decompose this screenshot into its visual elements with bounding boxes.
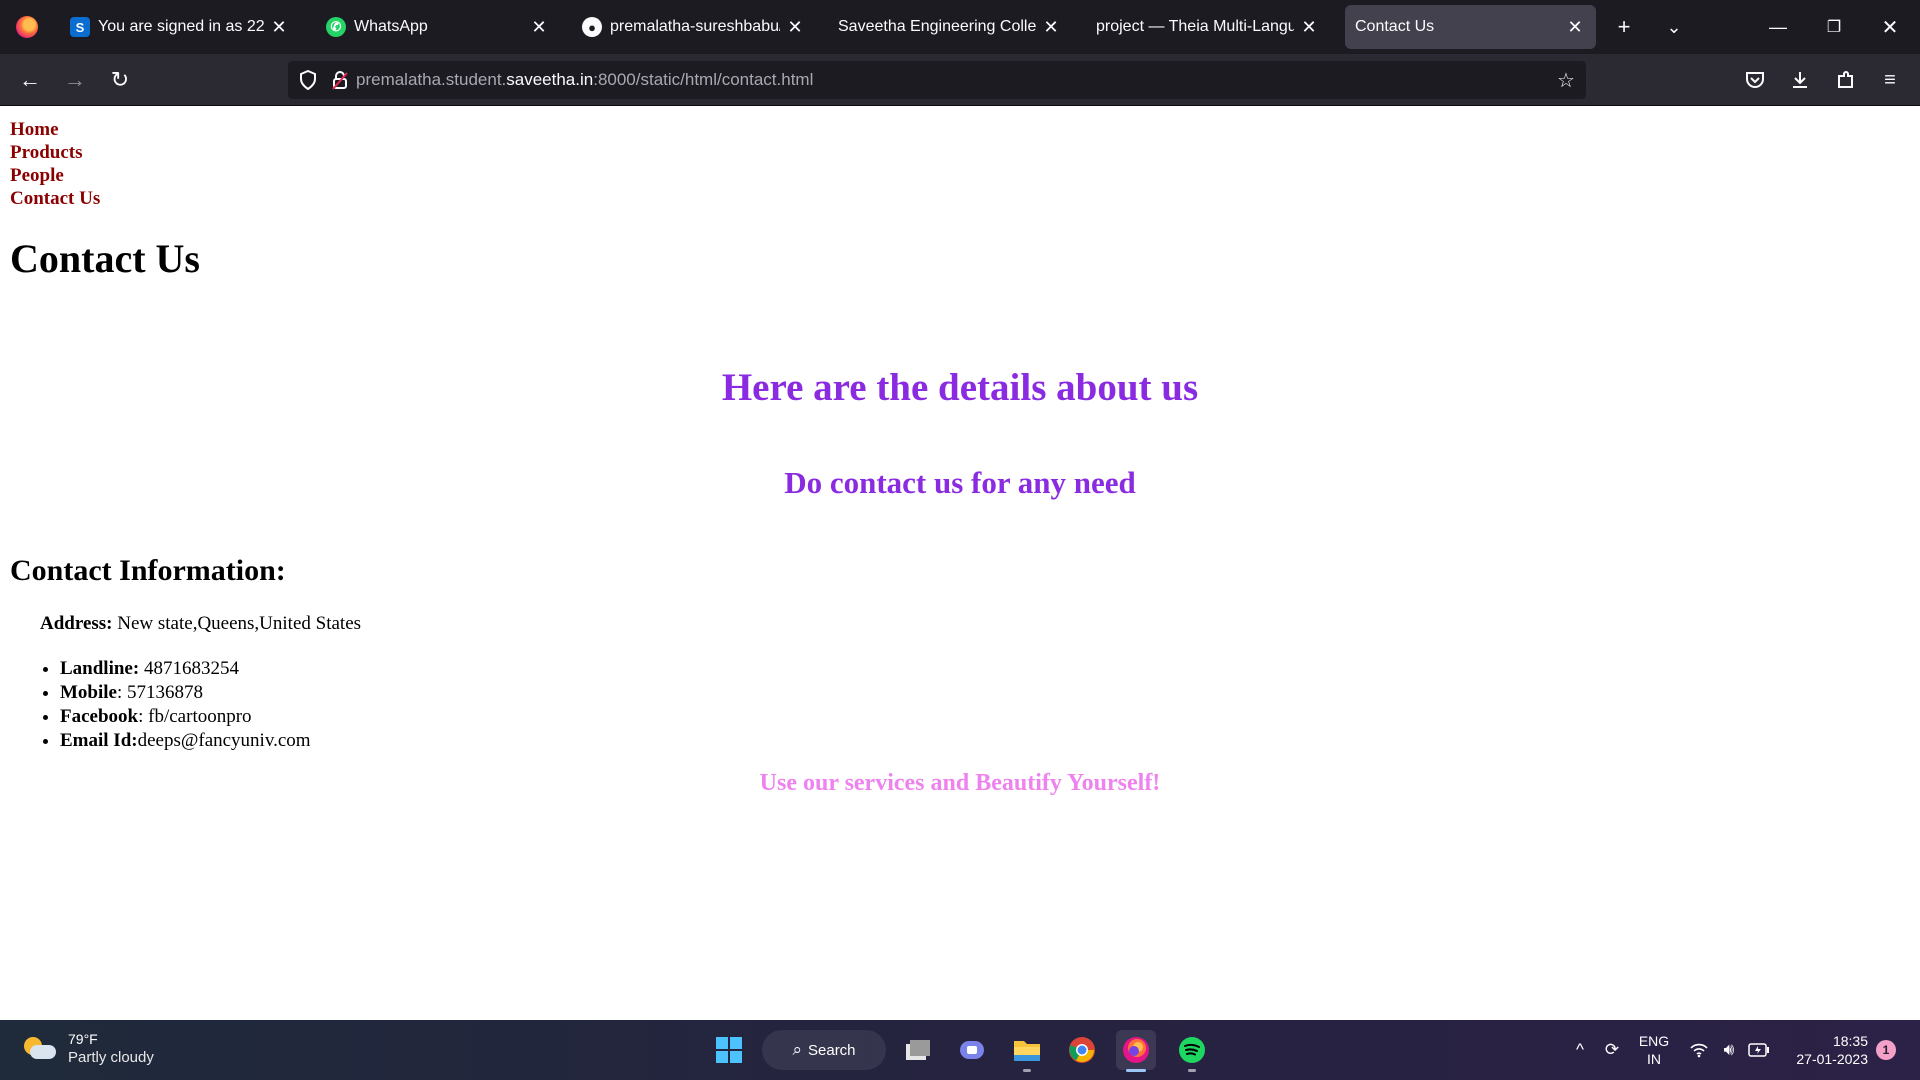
close-window-icon[interactable]: ✕	[1868, 5, 1912, 49]
tracking-shield-icon[interactable]	[288, 61, 328, 99]
nav-link-people[interactable]: People	[10, 164, 100, 187]
site-navigation: Home Products People Contact Us	[10, 118, 100, 210]
pocket-icon[interactable]	[1735, 60, 1775, 100]
close-tab-icon[interactable]: ✕	[268, 17, 290, 38]
navigation-toolbar: ← → ↻ premalatha.student.saveetha.in:800…	[0, 54, 1920, 106]
weather-widget[interactable]: 79°F Partly cloudy	[22, 1030, 154, 1068]
tab-title: WhatsApp	[354, 18, 428, 35]
weather-description: Partly cloudy	[68, 1049, 154, 1066]
url-text[interactable]: premalatha.student.saveetha.in:8000/stat…	[356, 70, 813, 90]
contact-item-mobile: Mobile: 57136878	[60, 681, 311, 705]
hamburger-menu-icon[interactable]: ≡	[1870, 60, 1910, 100]
close-tab-icon[interactable]: ✕	[528, 17, 550, 38]
windows-start-icon[interactable]	[709, 1030, 749, 1070]
extensions-puzzle-icon[interactable]	[1826, 60, 1866, 100]
s-favicon-icon: S	[70, 17, 90, 37]
forward-arrow-icon[interactable]: →	[55, 60, 95, 100]
clock-time: 18:35	[1832, 1033, 1868, 1049]
contact-item-landline: Landline: 4871683254	[60, 657, 311, 681]
close-tab-icon[interactable]: ✕	[784, 17, 806, 38]
tab-whatsapp[interactable]: ✆ WhatsApp ✕	[316, 5, 560, 49]
new-tab-button[interactable]: +	[1602, 5, 1646, 49]
teams-chat-icon[interactable]	[952, 1030, 992, 1070]
tab-contact-us[interactable]: Contact Us ✕	[1345, 5, 1596, 49]
close-tab-icon[interactable]: ✕	[1040, 17, 1062, 38]
firefox-icon[interactable]	[0, 0, 54, 54]
search-label: Search	[808, 1041, 856, 1059]
address-label: Address:	[40, 613, 113, 634]
close-tab-icon[interactable]: ✕	[1298, 17, 1320, 38]
volume-icon[interactable]: 🔊︎	[1716, 1020, 1742, 1080]
address-line: Address: New state,Queens,United States	[40, 613, 361, 635]
tab-title: Contact Us	[1355, 18, 1435, 35]
tab-saveetha[interactable]: Saveetha Engineering College ✕	[828, 5, 1072, 49]
tab-title: You are signed in as 220093	[98, 18, 264, 35]
contact-information-heading: Contact Information:	[10, 554, 286, 587]
list-all-tabs-chevron-icon[interactable]: ⌄	[1652, 5, 1696, 49]
contact-item-facebook: Facebook: fb/cartoonpro	[60, 705, 311, 729]
address-value: New state,Queens,United States	[112, 613, 362, 634]
show-hidden-icons-chevron-icon[interactable]: ^	[1568, 1020, 1592, 1080]
input-language-indicator[interactable]: ENG IN	[1636, 1032, 1672, 1068]
subheadline: Do contact us for any need	[784, 465, 1136, 500]
spotify-icon[interactable]	[1172, 1030, 1212, 1072]
closing-tagline: Use our services and Beautify Yourself!	[759, 770, 1161, 796]
headline: Here are the details about us	[721, 366, 1199, 409]
notification-badge[interactable]: 1	[1876, 1040, 1896, 1060]
tab-github[interactable]: ● premalatha-sureshbabu/pro ✕	[572, 5, 816, 49]
downloads-icon[interactable]	[1780, 60, 1820, 100]
system-clock[interactable]: 18:35 27-01-2023	[1786, 1032, 1868, 1068]
contact-list: Landline: 4871683254 Mobile: 57136878 Fa…	[60, 657, 311, 753]
task-view-icon[interactable]	[898, 1030, 938, 1070]
tab-title: Saveetha Engineering College	[838, 18, 1036, 35]
file-explorer-icon[interactable]	[1007, 1030, 1047, 1072]
github-icon: ●	[582, 17, 602, 37]
battery-charging-icon[interactable]	[1746, 1020, 1772, 1080]
wifi-icon[interactable]	[1686, 1020, 1712, 1080]
search-icon: ⌕	[792, 1040, 802, 1059]
nav-link-home[interactable]: Home	[10, 118, 100, 141]
tab-title: premalatha-sureshbabu/pro	[610, 18, 780, 35]
contact-item-email: Email Id:deeps@fancyuniv.com	[60, 729, 311, 753]
whatsapp-icon: ✆	[326, 17, 346, 37]
tab-bar: S You are signed in as 220093 ✕ ✆ WhatsA…	[0, 0, 1920, 54]
page-viewport: Home Products People Contact Us Contact …	[0, 107, 1920, 1020]
sync-icon[interactable]: ⟳	[1598, 1020, 1626, 1080]
reload-icon[interactable]: ↻	[100, 60, 140, 100]
windows-taskbar: 79°F Partly cloudy ⌕ Search ^ ⟳ ENG IN 🔊…	[0, 1020, 1920, 1080]
tab-signed-in[interactable]: S You are signed in as 220093 ✕	[60, 5, 300, 49]
nav-link-contact-us[interactable]: Contact Us	[10, 187, 100, 210]
clock-date: 27-01-2023	[1796, 1051, 1868, 1067]
tab-title: project — Theia Multi-Language	[1096, 18, 1294, 35]
chrome-icon[interactable]	[1062, 1030, 1102, 1070]
taskbar-search-button[interactable]: ⌕ Search	[762, 1030, 886, 1070]
partly-cloudy-icon	[22, 1035, 56, 1063]
weather-temperature: 79°F	[68, 1031, 98, 1047]
bookmark-star-icon[interactable]: ☆	[1546, 61, 1586, 99]
minimize-window-icon[interactable]: —	[1756, 5, 1800, 49]
tab-theia-project[interactable]: project — Theia Multi-Language ✕	[1086, 5, 1330, 49]
close-tab-icon[interactable]: ✕	[1564, 17, 1586, 38]
address-bar[interactable]: premalatha.student.saveetha.in:8000/stat…	[288, 61, 1586, 99]
back-arrow-icon[interactable]: ←	[10, 60, 50, 100]
nav-link-products[interactable]: Products	[10, 141, 100, 164]
restore-window-icon[interactable]: ❐	[1812, 5, 1856, 49]
page-title: Contact Us	[10, 236, 200, 281]
insecure-lock-icon[interactable]	[328, 61, 352, 99]
firefox-taskbar-icon[interactable]	[1116, 1030, 1156, 1072]
